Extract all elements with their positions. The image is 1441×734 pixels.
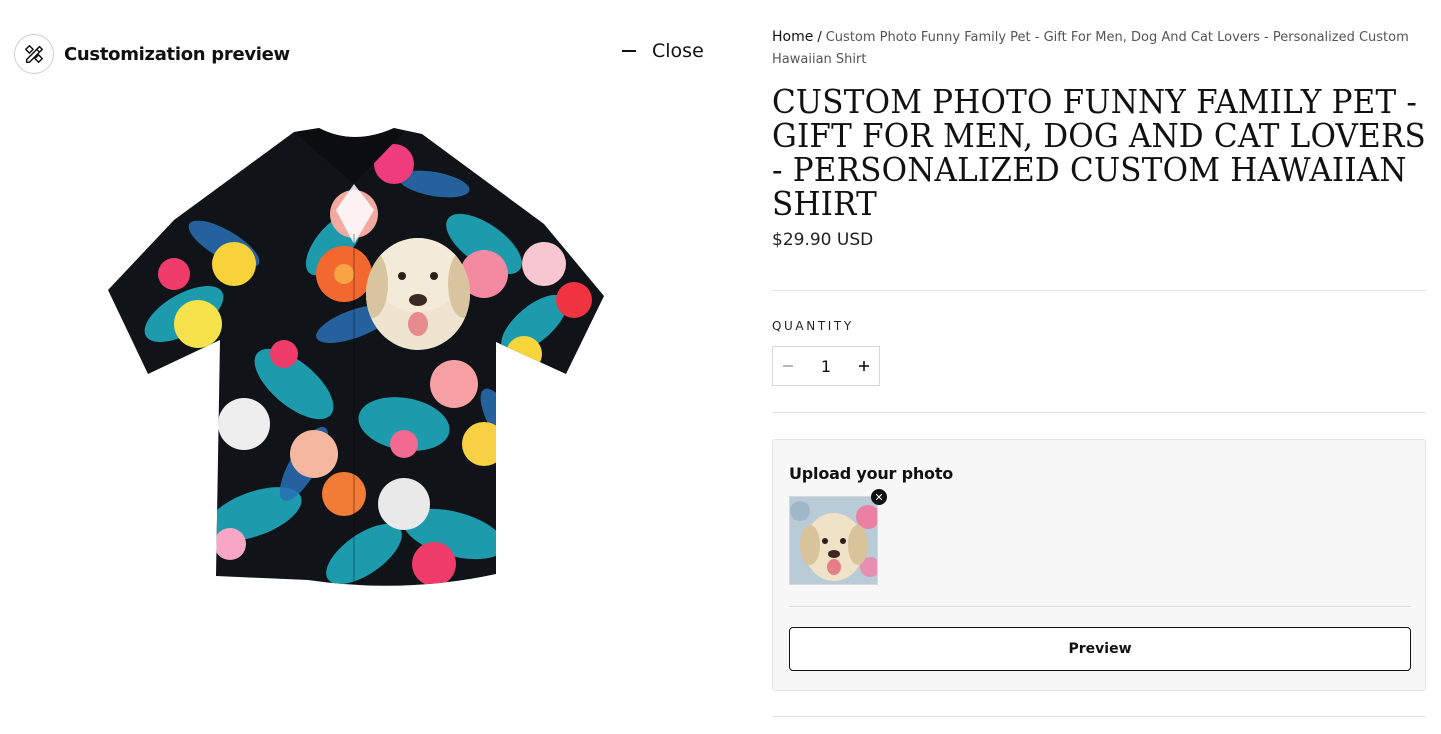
preview-button[interactable]: Preview [789,627,1411,671]
design-tools-icon [14,34,54,74]
quantity-decrement-button[interactable] [773,347,803,385]
product-panel: Home / Custom Photo Funny Family Pet - Gif… [772,26,1426,717]
upload-photo-section: Upload your photo ✕ Preview [772,439,1426,691]
close-button[interactable]: Close [622,40,704,62]
preview-header: Customization preview [14,34,290,74]
quantity-stepper: 1 [772,346,880,386]
upload-title: Upload your photo [789,464,954,483]
remove-photo-button[interactable]: ✕ [871,489,887,505]
breadcrumb: Home / Custom Photo Funny Family Pet - Gif… [772,26,1426,71]
preview-title: Customization preview [64,43,290,65]
upload-divider [789,606,1411,607]
breadcrumb-separator: / [817,30,822,45]
product-price: $29.90 USD [772,230,874,250]
breadcrumb-home-link[interactable]: Home [772,29,813,45]
quantity-label: QUANTITY [772,319,854,333]
hawaiian-shirt-preview-image [104,124,608,594]
close-icon: ✕ [874,490,884,504]
breadcrumb-current: Custom Photo Funny Family Pet - Gift For… [772,30,1409,67]
close-label: Close [652,40,704,62]
uploaded-photo-thumbnail[interactable] [789,496,878,585]
divider [772,716,1426,717]
minus-icon [783,365,793,367]
quantity-increment-button[interactable] [849,347,879,385]
customization-preview-panel: Customization preview Close [0,0,720,734]
quantity-input[interactable]: 1 [803,357,849,376]
divider [772,290,1426,291]
plus-icon [859,361,869,371]
minus-icon [622,50,636,52]
divider [772,412,1426,413]
product-title: Custom Photo Funny Family Pet - Gift For… [772,82,1426,223]
